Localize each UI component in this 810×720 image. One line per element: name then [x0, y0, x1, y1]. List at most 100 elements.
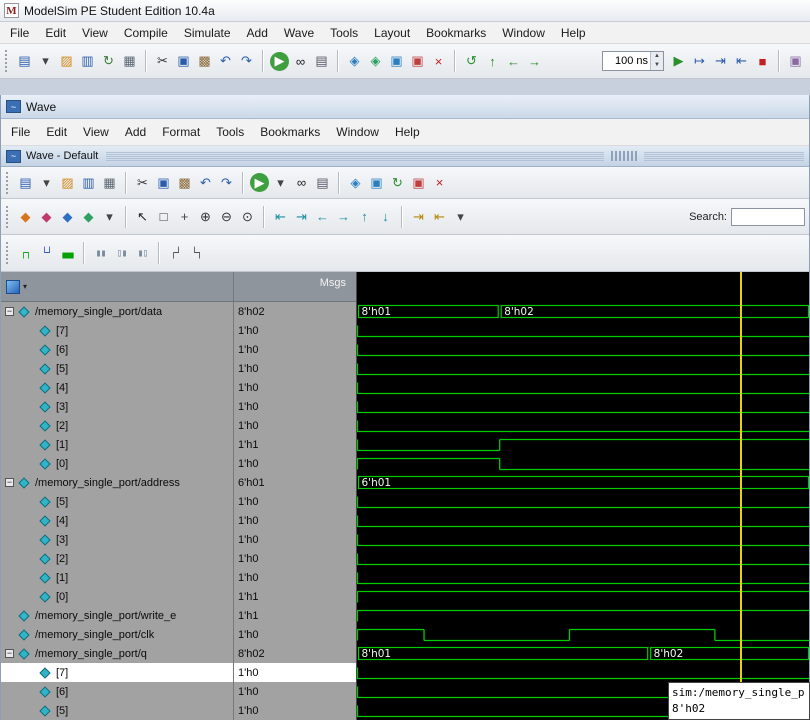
- spin-down-icon[interactable]: ▼: [651, 61, 663, 70]
- toggle-filled-wave-icon[interactable]: ▄▄: [58, 244, 77, 263]
- signal-row[interactable]: [5]: [1, 492, 233, 511]
- print-icon[interactable]: ▦: [120, 52, 139, 71]
- run-dropdown-icon[interactable]: ▾: [271, 173, 290, 192]
- stop-sim-icon[interactable]: ■: [753, 52, 772, 71]
- save-icon[interactable]: ▥: [79, 173, 98, 192]
- delete-cursor-icon[interactable]: ⇤: [430, 207, 449, 226]
- step-icon[interactable]: ⇥: [711, 52, 730, 71]
- add-to-list-icon[interactable]: ◆: [37, 207, 56, 226]
- wave-menu-add[interactable]: Add: [117, 121, 154, 143]
- grid-mode-a-icon[interactable]: ▮▮: [91, 244, 110, 263]
- restart-icon[interactable]: ↺: [462, 52, 481, 71]
- simulate-icon[interactable]: ▣: [367, 173, 386, 192]
- event-step-down-icon[interactable]: └┐: [187, 244, 206, 263]
- save-icon[interactable]: ▥: [78, 52, 97, 71]
- menu-add[interactable]: Add: [239, 22, 276, 44]
- time-cursor[interactable]: [740, 272, 742, 720]
- undo-icon[interactable]: ↶: [216, 52, 235, 71]
- signal-row[interactable]: [4]: [1, 511, 233, 530]
- redo-icon[interactable]: ↷: [237, 52, 256, 71]
- collapse-toggle-icon[interactable]: −: [5, 649, 14, 658]
- signal-row[interactable]: [1]: [1, 568, 233, 587]
- signal-row[interactable]: /memory_single_port/write_e: [1, 606, 233, 625]
- environment-forward-icon[interactable]: →: [525, 52, 544, 71]
- signal-row[interactable]: [5]: [1, 359, 233, 378]
- break-icon[interactable]: ▣: [408, 52, 427, 71]
- simulate-icon[interactable]: ▣: [387, 52, 406, 71]
- toolbar-grip[interactable]: [6, 242, 11, 264]
- add-dropdown-icon[interactable]: ▾: [100, 207, 119, 226]
- run-icon[interactable]: ▶: [669, 52, 688, 71]
- menu-wave[interactable]: Wave: [276, 22, 322, 44]
- spin-up-icon[interactable]: ▲: [651, 52, 663, 61]
- wave-menu-bookmarks[interactable]: Bookmarks: [252, 121, 328, 143]
- wave-menu-tools[interactable]: Tools: [208, 121, 252, 143]
- zoom-in-icon[interactable]: ⊕: [196, 207, 215, 226]
- toggle-full-names-icon[interactable]: └┘: [37, 244, 56, 263]
- grid-mode-c-icon[interactable]: ▮▯: [133, 244, 152, 263]
- signal-row[interactable]: [0]: [1, 454, 233, 473]
- step-over-icon[interactable]: ⇤: [732, 52, 751, 71]
- run-circle-icon[interactable]: ▶: [250, 173, 269, 192]
- zoom-full-icon[interactable]: ⊙: [238, 207, 257, 226]
- menu-tools[interactable]: Tools: [322, 22, 366, 44]
- signal-row[interactable]: [5]: [1, 701, 233, 720]
- signal-row[interactable]: [2]: [1, 549, 233, 568]
- search-input[interactable]: [731, 208, 805, 226]
- redo-icon[interactable]: ↷: [217, 173, 236, 192]
- next-transition-icon[interactable]: ⇥: [292, 207, 311, 226]
- signal-row[interactable]: [1]: [1, 435, 233, 454]
- new-file-icon[interactable]: ▤: [15, 52, 34, 71]
- run-all-icon[interactable]: ↻: [388, 173, 407, 192]
- wave-menu-view[interactable]: View: [75, 121, 117, 143]
- zoom-mode-icon[interactable]: □: [154, 207, 173, 226]
- signal-row[interactable]: [3]: [1, 397, 233, 416]
- pane-drag-grip[interactable]: [611, 151, 637, 161]
- menu-layout[interactable]: Layout: [366, 22, 418, 44]
- signal-row[interactable]: [0]: [1, 587, 233, 606]
- names-column-header[interactable]: ▾: [1, 272, 233, 302]
- msgs-column-header[interactable]: Msgs: [234, 272, 356, 302]
- wave-titlebar[interactable]: ~ Wave: [1, 95, 809, 119]
- menu-simulate[interactable]: Simulate: [176, 22, 239, 44]
- stop-icon[interactable]: ×: [430, 173, 449, 192]
- cut-icon[interactable]: ✂: [153, 52, 172, 71]
- open-folder-icon[interactable]: ▨: [58, 173, 77, 192]
- run-circle-icon[interactable]: ▶: [270, 52, 289, 71]
- group-dropdown-icon[interactable]: ▾: [23, 282, 27, 291]
- wave-menu-help[interactable]: Help: [387, 121, 428, 143]
- previous-falling-edge-icon[interactable]: ←: [313, 207, 332, 226]
- run-length-spinner[interactable]: ▲ ▼: [650, 52, 663, 70]
- menu-file[interactable]: File: [2, 22, 37, 44]
- cut-icon[interactable]: ✂: [133, 173, 152, 192]
- run-length-field[interactable]: 100 ns ▲ ▼: [602, 51, 664, 71]
- pan-mode-icon[interactable]: +: [175, 207, 194, 226]
- insert-cursor-icon[interactable]: ⇥: [409, 207, 428, 226]
- collapse-toggle-icon[interactable]: −: [5, 307, 14, 316]
- wave-menu-edit[interactable]: Edit: [38, 121, 75, 143]
- signal-row[interactable]: −/memory_single_port/q: [1, 644, 233, 663]
- menu-view[interactable]: View: [74, 22, 116, 44]
- toggle-leaf-names-icon[interactable]: ┌┐: [16, 244, 35, 263]
- collapse-toggle-icon[interactable]: −: [5, 478, 14, 487]
- grid-mode-b-icon[interactable]: ▯▮: [112, 244, 131, 263]
- menu-bookmarks[interactable]: Bookmarks: [418, 22, 494, 44]
- signal-row[interactable]: [6]: [1, 682, 233, 701]
- paste-icon[interactable]: ▩: [175, 173, 194, 192]
- find-icon[interactable]: ∞: [292, 173, 311, 192]
- menu-window[interactable]: Window: [494, 22, 553, 44]
- signal-row[interactable]: −/memory_single_port/data: [1, 302, 233, 321]
- signal-row[interactable]: [3]: [1, 530, 233, 549]
- reload-icon[interactable]: ↻: [99, 52, 118, 71]
- stop-request-icon[interactable]: ×: [429, 52, 448, 71]
- zoom-out-icon[interactable]: ⊖: [217, 207, 236, 226]
- toolbar-grip[interactable]: [6, 206, 11, 228]
- menu-edit[interactable]: Edit: [37, 22, 74, 44]
- select-mode-icon[interactable]: ↖: [133, 207, 152, 226]
- toolbar-grip[interactable]: [6, 172, 11, 194]
- previous-transition-icon[interactable]: ⇤: [271, 207, 290, 226]
- toolbar-grip[interactable]: [5, 50, 10, 72]
- copy-icon[interactable]: ▣: [154, 173, 173, 192]
- wave-menu-format[interactable]: Format: [154, 121, 208, 143]
- next-rising-edge-icon[interactable]: ↓: [376, 207, 395, 226]
